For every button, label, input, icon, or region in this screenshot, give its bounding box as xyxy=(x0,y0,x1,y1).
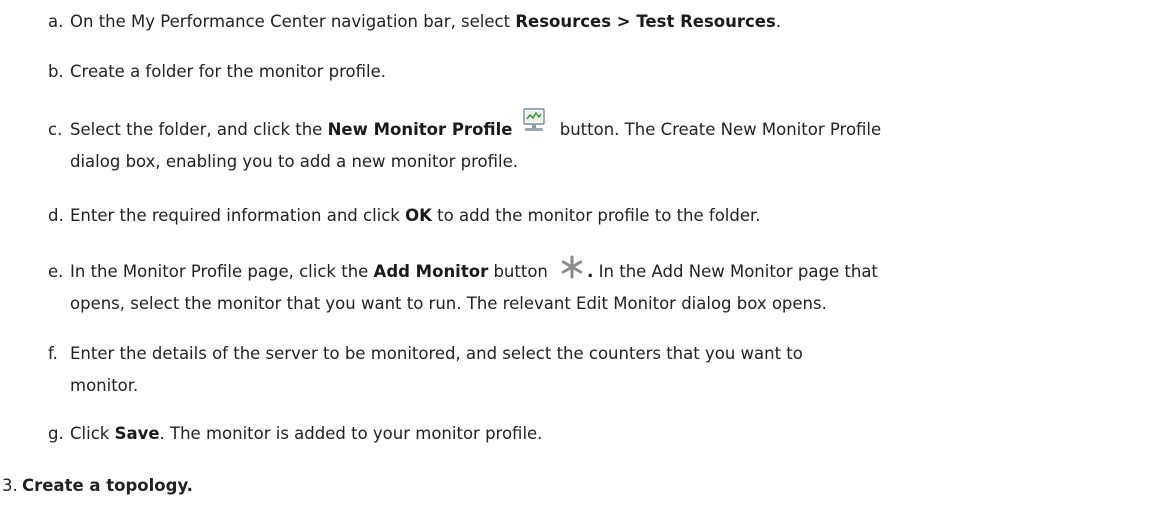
step-text-part: button xyxy=(488,262,554,281)
step-text: In the Monitor Profile page, click the A… xyxy=(70,254,1164,288)
step-text-part: Click xyxy=(70,424,115,443)
step-marker: f. xyxy=(48,344,58,363)
step-text: Create a folder for the monitor profile. xyxy=(70,62,386,81)
step-text-continued: monitor. xyxy=(70,376,139,395)
button-name: Add Monitor xyxy=(373,262,489,281)
step-text-part: to add the monitor profile to the folder… xyxy=(431,206,761,225)
step-text-part: . The monitor is added to your monitor p… xyxy=(159,424,543,443)
step-heading: Create a topology. xyxy=(22,476,193,495)
monitor-profile-icon xyxy=(519,107,549,135)
step-text-part: button. The Create New Monitor Profile xyxy=(554,120,882,139)
step-number: 3. xyxy=(2,476,18,495)
step-text-part: On the My Performance Center navigation … xyxy=(70,12,516,31)
step-text: Enter the required information and click… xyxy=(70,200,1164,232)
button-name: OK xyxy=(405,206,432,225)
step-text-continued: dialog box, enabling you to add a new mo… xyxy=(70,152,518,171)
step-text: Select the folder, and click the New Mon… xyxy=(70,107,1164,146)
step-text: Enter the details of the server to be mo… xyxy=(70,344,803,363)
step-text-part: In the Monitor Profile page, click the xyxy=(70,262,374,281)
step-marker: d. xyxy=(48,206,64,225)
step-text: Click Save. The monitor is added to your… xyxy=(70,418,1164,450)
asterisk-icon xyxy=(559,254,585,280)
button-name: Save xyxy=(114,424,160,443)
step-marker: b. xyxy=(48,62,64,81)
step-text-continued: opens, select the monitor that you want … xyxy=(70,294,827,313)
step-text: On the My Performance Center navigation … xyxy=(70,6,1164,38)
step-text-part: . xyxy=(775,12,782,31)
step-marker: g. xyxy=(48,424,64,443)
step-text-part: Select the folder, and click the xyxy=(70,120,328,139)
step-marker: e. xyxy=(48,262,64,281)
step-marker: a. xyxy=(48,12,64,31)
document-body: a. On the My Performance Center navigati… xyxy=(0,0,1168,513)
step-text-part: In the Add New Monitor page that xyxy=(593,262,878,281)
menu-path: Resources > Test Resources xyxy=(515,12,776,31)
step-text-part: Enter the required information and click xyxy=(70,206,406,225)
button-name: New Monitor Profile xyxy=(327,120,513,139)
step-marker: c. xyxy=(48,120,63,139)
